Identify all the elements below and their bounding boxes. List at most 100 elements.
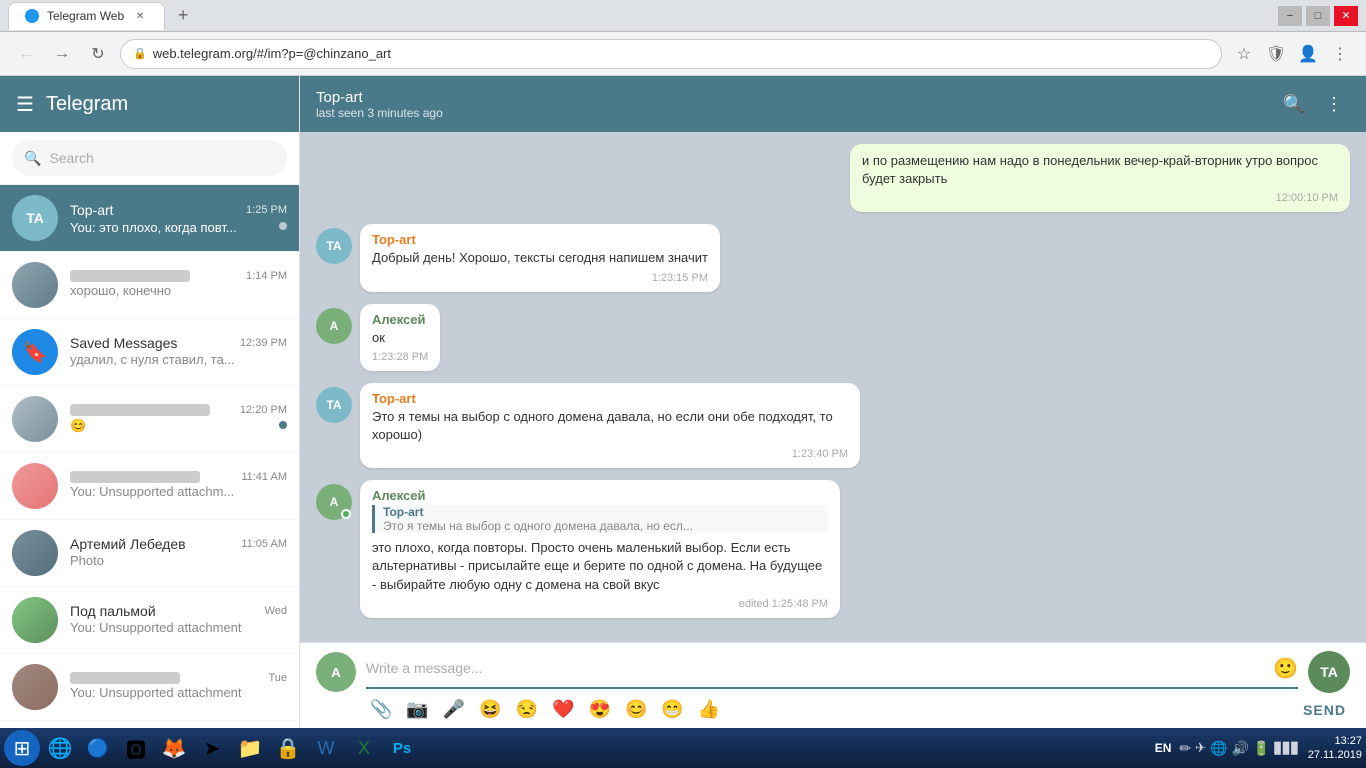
chat-item[interactable]: Tue You: Unsupported attachment	[0, 654, 299, 721]
send-btn[interactable]: SEND	[1303, 702, 1346, 718]
chat-info: Tue You: Unsupported attachment	[70, 672, 287, 702]
taskbar-app-opera[interactable]: 🅾	[118, 730, 154, 766]
chat-item[interactable]: 11:41 AM You: Unsupported attachm...	[0, 453, 299, 520]
taskbar-app-arrow[interactable]: ➤	[194, 730, 230, 766]
menu-icon[interactable]: ⋮	[1326, 40, 1354, 68]
emoji-btn[interactable]: 🙂	[1273, 656, 1298, 681]
chat-preview: Photo	[70, 553, 104, 568]
emoji-thumbs-icon[interactable]: 👍	[698, 699, 720, 720]
chat-list: TA Top-art 1:25 PM You: это плохо, когда…	[0, 185, 299, 728]
taskbar-app-explorer[interactable]: 📁	[232, 730, 268, 766]
emoji-smile-icon[interactable]: 😊	[625, 699, 647, 720]
camera-icon[interactable]: 📷	[406, 699, 428, 720]
chat-name	[70, 672, 180, 684]
address-bar[interactable]: 🔒 web.telegram.org/#/im?p=@chinzano_art	[120, 39, 1222, 69]
message-content: Алексей Top-art Это я темы на выбор с од…	[360, 480, 840, 618]
minimize-btn[interactable]: −	[1278, 6, 1302, 26]
back-btn[interactable]: ←	[12, 40, 40, 68]
message-time: 1:23:15 PM	[372, 272, 708, 284]
search-chat-btn[interactable]: 🔍	[1278, 88, 1310, 120]
forward-btn[interactable]: →	[48, 40, 76, 68]
tab-close-btn[interactable]: ✕	[132, 8, 148, 24]
search-input[interactable]	[49, 150, 275, 166]
chat-name: Под пальмой	[70, 603, 156, 619]
avatar	[12, 530, 58, 576]
nav-icons: ☆ 🛡 👤 ⋮	[1230, 40, 1354, 68]
message-bubble: Алексей ок 1:23:28 PM	[360, 304, 440, 371]
active-tab[interactable]: Telegram Web ✕	[8, 2, 165, 30]
taskbar-app-ps[interactable]: Ps	[384, 730, 420, 766]
taskbar-lang: EN	[1155, 741, 1172, 755]
bookmark-icon[interactable]: ☆	[1230, 40, 1258, 68]
emoji-angry-icon[interactable]: 😒	[516, 699, 538, 720]
emoji-laugh-icon[interactable]: 😆	[479, 699, 501, 720]
mic-icon[interactable]: 🎤	[443, 699, 465, 720]
avatar	[12, 463, 58, 509]
input-area: А 🙂 TA 📎 📷 🎤 😆 😒 ❤️	[300, 642, 1366, 728]
chat-info: Артемий Лебедев 11:05 AM Photo	[70, 536, 287, 570]
avatar	[12, 664, 58, 710]
close-btn[interactable]: ✕	[1334, 6, 1358, 26]
chat-name: Top-art	[70, 202, 114, 218]
avatar	[12, 262, 58, 308]
new-tab-btn[interactable]: +	[169, 2, 197, 30]
emoji-heart-icon[interactable]: ❤️	[552, 699, 574, 720]
emoji-grin-icon[interactable]: 😁	[661, 699, 683, 720]
message-text: Это я темы на выбор с одного домена дава…	[372, 408, 848, 444]
volume-icon: 🔊	[1231, 740, 1248, 757]
sender-name: Top-art	[372, 232, 708, 247]
attach-file-icon[interactable]: 📎	[370, 699, 392, 720]
chat-area: Top-art last seen 3 minutes ago 🔍 ⋮ и по…	[300, 76, 1366, 728]
start-btn[interactable]: ⊞	[4, 730, 40, 766]
message-bubble: и по размещению нам надо в понедельник в…	[850, 144, 1350, 212]
message-input[interactable]	[366, 656, 1265, 680]
chat-item[interactable]: 🔖 Saved Messages 12:39 PM удалил, с нуля…	[0, 319, 299, 386]
message-time: edited 1:25:48 PM	[372, 598, 828, 610]
message-group: и по размещению нам надо в понедельник в…	[316, 144, 1350, 212]
chat-item[interactable]: TA Top-art 1:25 PM You: это плохо, когда…	[0, 185, 299, 252]
message-group: TA Top-art Добрый день! Хорошо, тексты с…	[316, 224, 1350, 291]
search-box: 🔍	[12, 140, 287, 176]
chat-preview: хорошо, конечно	[70, 283, 171, 298]
message-time: 1:23:40 PM	[372, 448, 848, 460]
edit-icon: ✏	[1179, 740, 1191, 757]
message-bubble: Top-art Это я темы на выбор с одного дом…	[360, 383, 860, 468]
chat-name-row: Артемий Лебедев 11:05 AM	[70, 536, 287, 552]
window-controls: − □ ✕	[1278, 6, 1358, 26]
reload-btn[interactable]: ↻	[84, 40, 112, 68]
chat-item[interactable]: 12:20 PM 😊	[0, 386, 299, 453]
message-text: ок	[372, 329, 428, 347]
more-options-btn[interactable]: ⋮	[1318, 88, 1350, 120]
emoji-love-icon[interactable]: 😍	[589, 699, 611, 720]
msg-avatar: А	[316, 484, 352, 520]
chat-info: 11:41 AM You: Unsupported attachm...	[70, 471, 287, 501]
avatar	[12, 597, 58, 643]
taskbar-right: EN ✏ ✈ 🌐 🔊 🔋 ▊▊▊ 13:27 27.11.2019	[1155, 734, 1362, 763]
msg-avatar: TA	[316, 228, 352, 264]
chat-preview: You: Unsupported attachment	[70, 685, 242, 700]
message-bubble: Top-art Добрый день! Хорошо, тексты сего…	[360, 224, 720, 291]
chat-item[interactable]: Tue	[0, 721, 299, 728]
hamburger-icon[interactable]: ☰	[16, 92, 34, 117]
shield-icon[interactable]: 🛡	[1262, 40, 1290, 68]
chat-header: Top-art last seen 3 minutes ago 🔍 ⋮	[300, 76, 1366, 132]
taskbar-app-chrome[interactable]: 🔵	[80, 730, 116, 766]
sender-name: Top-art	[372, 391, 848, 406]
message-content: Top-art Добрый день! Хорошо, тексты сего…	[360, 224, 720, 291]
taskbar-app-ie[interactable]: 🌐	[42, 730, 78, 766]
chat-item[interactable]: Артемий Лебедев 11:05 AM Photo	[0, 520, 299, 587]
taskbar-app-word[interactable]: W	[308, 730, 344, 766]
taskbar-app-lock[interactable]: 🔒	[270, 730, 306, 766]
battery-icon: 🔋	[1253, 740, 1270, 757]
taskbar-app-firefox[interactable]: 🦊	[156, 730, 192, 766]
address-text: web.telegram.org/#/im?p=@chinzano_art	[153, 46, 1209, 61]
maximize-btn[interactable]: □	[1306, 6, 1330, 26]
taskbar-app-excel[interactable]: X	[346, 730, 382, 766]
chat-name-row: Top-art 1:25 PM	[70, 202, 287, 218]
chat-item[interactable]: 1:14 PM хорошо, конечно	[0, 252, 299, 319]
chat-name-row: Под пальмой Wed	[70, 603, 287, 619]
chat-name-row: Tue	[70, 672, 287, 684]
chat-item[interactable]: Под пальмой Wed You: Unsupported attachm…	[0, 587, 299, 654]
profile-icon[interactable]: 👤	[1294, 40, 1322, 68]
avatar: 🔖	[12, 329, 58, 375]
